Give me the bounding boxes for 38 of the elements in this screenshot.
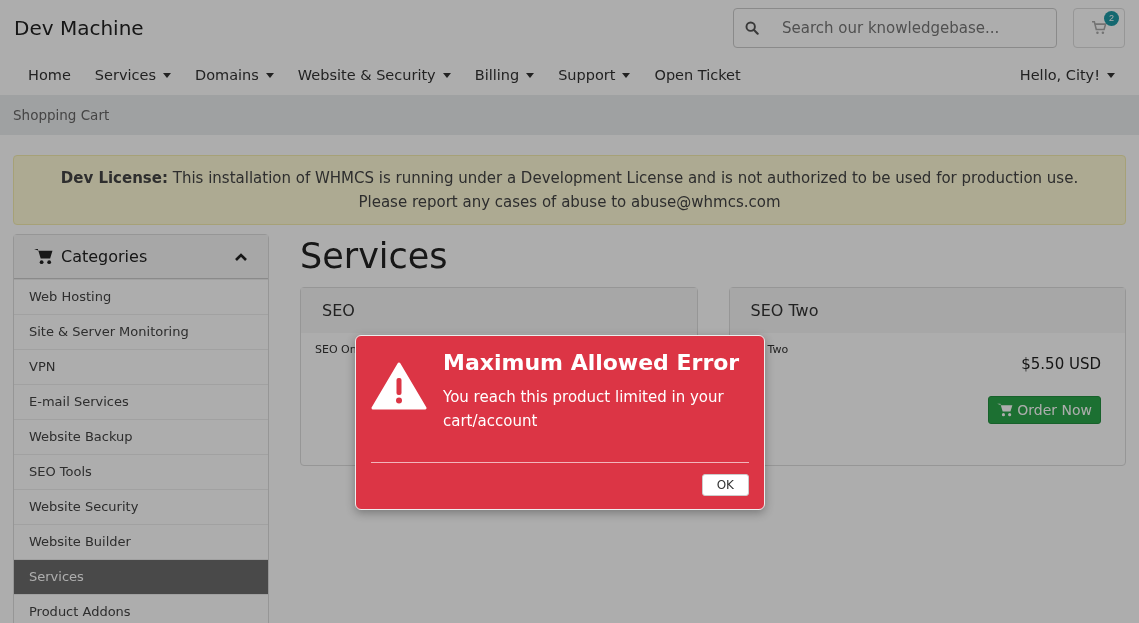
nav-link[interactable]: Domains (183, 67, 286, 83)
categories-header[interactable]: Categories (14, 235, 268, 279)
license-notice: Dev License: This installation of WHMCS is running under a Development License and is not authorized to be used for production use. Please report any cases of abuse to abuse@whmcs.com (13, 155, 1126, 225)
cart-icon (997, 403, 1014, 417)
product-price: $5.50 USD (1021, 355, 1101, 373)
site-title[interactable]: Dev Machine (14, 15, 717, 40)
nav-link[interactable]: Services (82, 67, 183, 83)
chevron-icon[interactable] (234, 251, 248, 262)
category-item[interactable]: Services (14, 559, 268, 594)
cart-icon (1091, 20, 1107, 35)
search-field[interactable]: Search our knowledgebase... (733, 7, 1057, 48)
page-heading: Services (300, 235, 449, 278)
ok-button[interactable]: OK (701, 474, 749, 496)
breadcrumb: Shopping Cart (13, 107, 110, 123)
product-name: SEO (322, 301, 355, 320)
nav-link[interactable]: Website & Security (285, 67, 463, 83)
search-icon (745, 20, 759, 35)
product-name: SEO Two (750, 301, 819, 320)
dialog-message: You reach this product limited in your cart/account (443, 387, 725, 432)
nav-link[interactable]: Billing (462, 67, 547, 83)
nav-link[interactable]: Support (546, 67, 643, 83)
cart-count-badge: 2 (1104, 10, 1119, 26)
category-item[interactable]: Web Hosting (14, 279, 268, 314)
category-item[interactable]: E-mail Services (14, 384, 268, 419)
category-item[interactable]: SEO Tools (14, 454, 268, 489)
category-item[interactable]: Product Addons (14, 594, 268, 623)
category-item[interactable]: VPN (14, 349, 268, 384)
category-item[interactable]: Website Security (14, 489, 268, 524)
panel-title: Categories (61, 247, 149, 266)
category-item[interactable]: Site & Server Monitoring (14, 314, 268, 349)
category-item[interactable]: Website Backup (14, 419, 268, 454)
warning-icon (371, 362, 427, 410)
user-menu[interactable]: Hello, City! (1007, 67, 1127, 83)
nav-link[interactable]: Home (16, 67, 83, 83)
nav-link[interactable]: Open Ticket (642, 67, 753, 83)
product-description: Two (766, 343, 790, 358)
cart-icon (34, 248, 53, 265)
dialog-title: Maximum Allowed Error (443, 350, 741, 375)
